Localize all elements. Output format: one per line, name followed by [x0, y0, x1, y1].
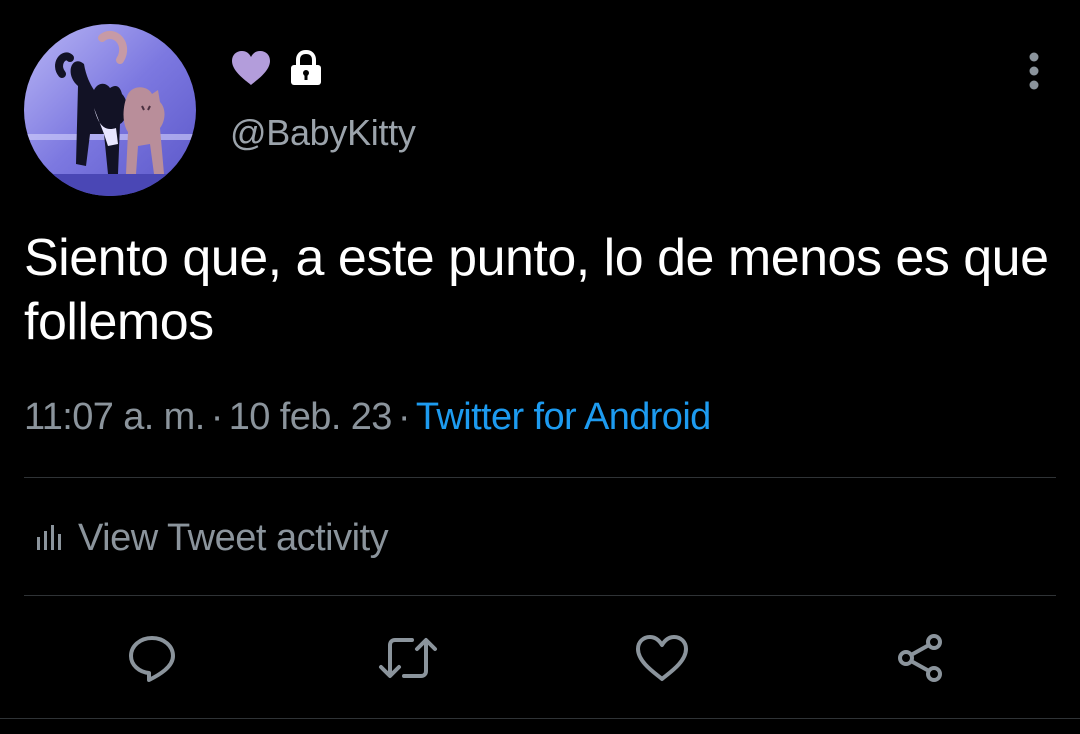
heart-icon — [636, 635, 688, 681]
tweet-date: 10 feb. 23 — [228, 396, 393, 438]
divider — [24, 477, 1056, 478]
tweet-text: Siento que, a este punto, lo de menos es… — [24, 229, 1049, 351]
avatar[interactable] — [24, 24, 196, 196]
meta-separator: · — [397, 396, 411, 438]
bar-chart-icon — [37, 525, 61, 550]
view-tweet-activity-label: View Tweet activity — [78, 516, 389, 559]
like-button[interactable] — [632, 628, 692, 688]
view-tweet-activity-button[interactable]: View Tweet activity — [24, 508, 389, 568]
divider — [0, 718, 1080, 719]
vertical-dots-icon — [1029, 52, 1039, 90]
tweet-source-link[interactable]: Twitter for Android — [416, 396, 711, 438]
retweet-icon — [379, 638, 437, 678]
meta-separator: · — [210, 396, 224, 438]
reply-icon — [129, 636, 175, 682]
purple-heart-icon — [230, 49, 272, 92]
divider — [24, 595, 1056, 596]
share-icon — [898, 634, 942, 682]
display-name[interactable] — [230, 49, 324, 92]
tweet-time: 11:07 a. m. — [24, 396, 205, 438]
retweet-button[interactable] — [378, 628, 438, 688]
user-handle[interactable]: @BabyKitty — [230, 112, 416, 154]
cat-photo-avatar-icon — [24, 24, 196, 196]
share-button[interactable] — [890, 628, 950, 688]
more-options-button[interactable] — [1016, 48, 1052, 94]
reply-button[interactable] — [122, 628, 182, 688]
tweet-meta: 11:07 a. m. · 10 feb. 23 · Twitter for Andro… — [24, 396, 711, 439]
tweet-detail: @BabyKitty Siento que, a este punto, lo … — [0, 0, 1080, 734]
lock-icon — [288, 49, 324, 92]
